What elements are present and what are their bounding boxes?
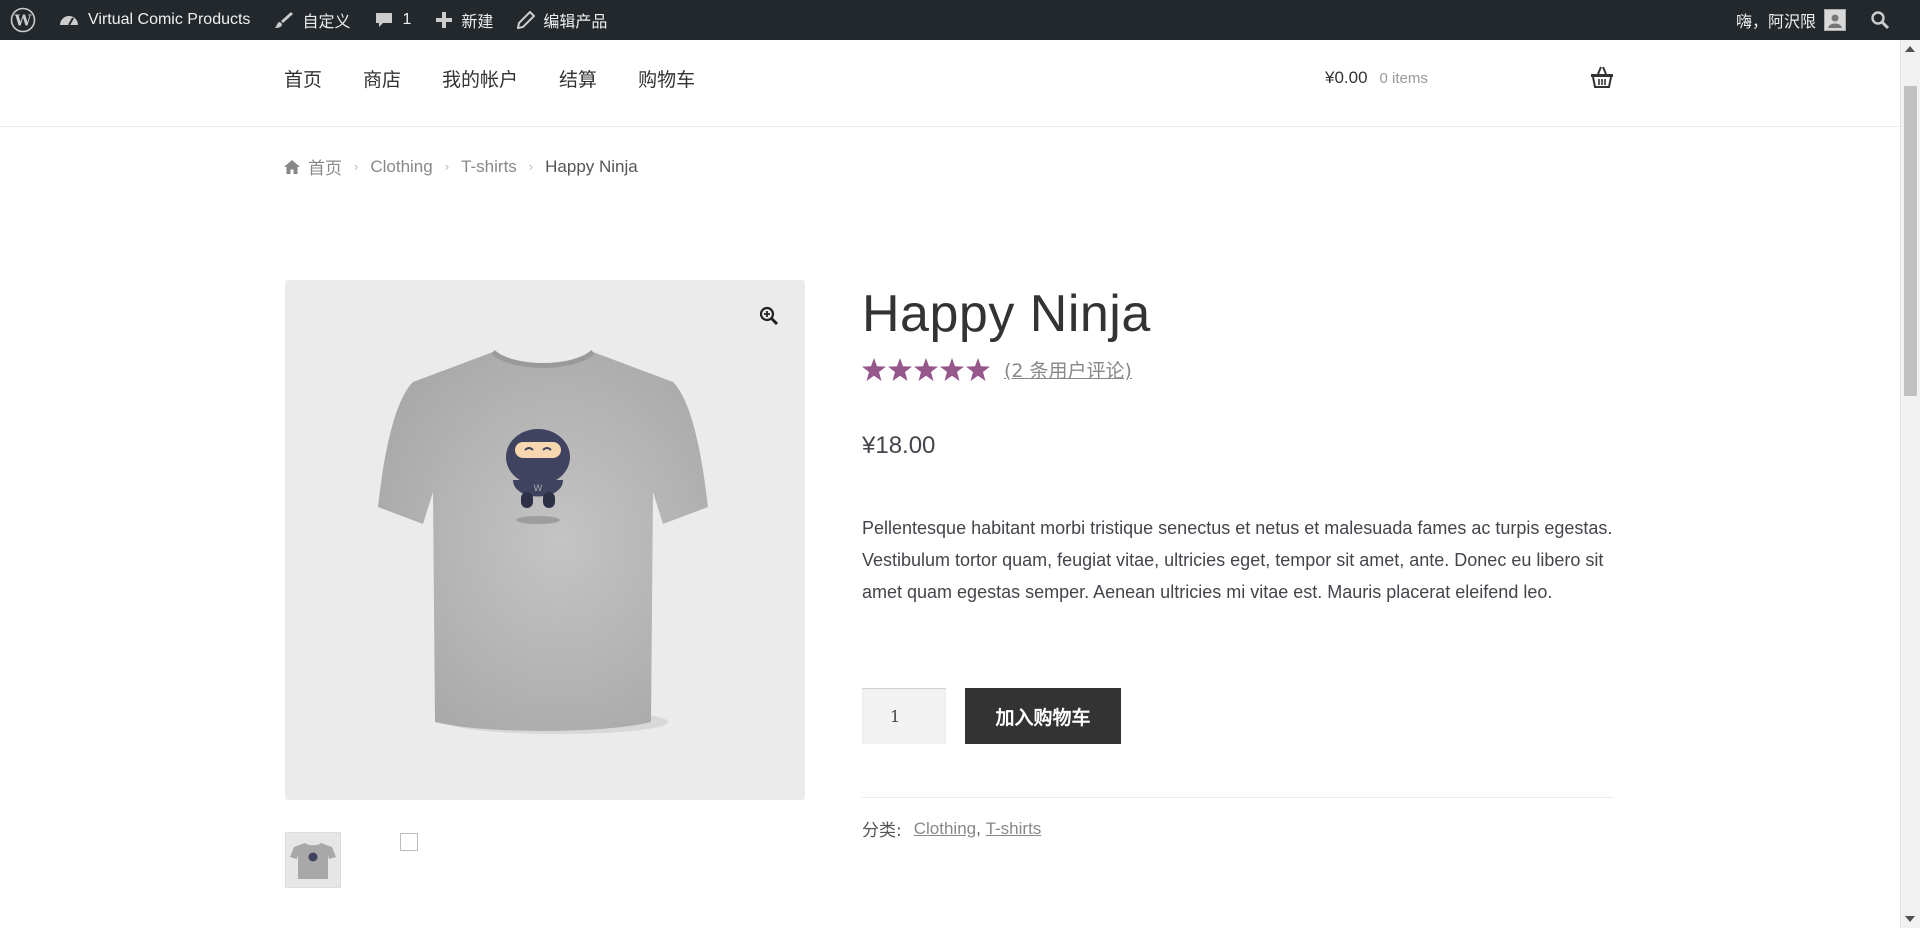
comment-bubble-icon	[376, 13, 393, 27]
product-image[interactable]: W	[285, 280, 805, 800]
wordpress-icon: W	[10, 7, 36, 33]
tshirt-thumbnail-icon	[290, 843, 336, 879]
nav-item-shop[interactable]: 商店	[363, 65, 401, 92]
breadcrumb-tshirts-link[interactable]: T-shirts	[461, 157, 517, 177]
star-icon	[914, 358, 938, 381]
edit-product-link[interactable]: 编辑产品	[505, 0, 619, 40]
svg-text:W: W	[14, 12, 33, 30]
breadcrumb-separator-icon: ›	[354, 159, 359, 174]
avatar	[1824, 9, 1846, 31]
star-icon	[966, 358, 990, 381]
star-icon	[862, 358, 886, 381]
product-title: Happy Ninja	[862, 285, 1151, 343]
breadcrumb-separator-icon: ›	[528, 159, 534, 174]
breadcrumb-current: Happy Ninja	[545, 156, 638, 176]
comments-count: 1	[402, 11, 412, 28]
product-short-description: Pellentesque habitant morbi tristique se…	[862, 518, 1613, 602]
customize-label: 自定义	[302, 14, 351, 31]
star-rating	[862, 358, 992, 381]
gallery-thumbnail[interactable]	[285, 832, 341, 888]
wordpress-logo-button[interactable]: W	[0, 0, 46, 40]
new-content-link[interactable]: 新建	[423, 0, 505, 40]
category-link-tshirts[interactable]: T-shirts	[986, 819, 1042, 839]
edit-product-label: 编辑产品	[543, 14, 608, 31]
divider	[862, 797, 1614, 798]
customize-link[interactable]: 自定义	[262, 0, 362, 40]
product-rating: (2 条用户评论)	[862, 356, 1132, 383]
site-header: 首页 商店 我的帐户 结算 购物车 ¥0.00 0 items	[0, 40, 1900, 127]
nav-item-my-account[interactable]: 我的帐户	[442, 65, 518, 92]
category-link-clothing[interactable]: Clothing	[914, 819, 976, 839]
categories-label: 分类:	[862, 821, 902, 841]
comments-link[interactable]: 1	[362, 0, 423, 40]
search-icon	[1871, 11, 1890, 30]
star-icon	[888, 358, 912, 381]
site-name-link[interactable]: Virtual Comic Products	[46, 0, 262, 40]
product-meta: 分类: Clothing , T-shirts	[862, 816, 1042, 842]
pencil-icon	[517, 11, 536, 29]
gallery-thumbnail-placeholder[interactable]	[400, 833, 418, 851]
category-separator: ,	[976, 818, 986, 838]
breadcrumb-separator-icon: ›	[444, 159, 450, 174]
scrollbar-thumb[interactable]	[1904, 86, 1917, 396]
product-price: ¥18.00	[862, 432, 936, 459]
my-account-link[interactable]: 嗨，阿沢限	[1724, 0, 1858, 40]
ninja-tshirt-image-icon: W	[378, 350, 708, 734]
basket-button[interactable]	[1590, 66, 1614, 93]
breadcrumb-clothing-link[interactable]: Clothing	[370, 157, 432, 177]
cart-amount: ¥0.00	[1325, 68, 1368, 87]
greeting-label: 嗨，阿沢限	[1735, 14, 1816, 31]
breadcrumb: 首页 › Clothing › T-shirts › Happy Ninja	[284, 154, 638, 179]
nav-item-home[interactable]: 首页	[284, 65, 322, 92]
dashboard-icon	[60, 16, 78, 26]
nav-item-checkout[interactable]: 结算	[559, 65, 597, 92]
add-to-cart-button[interactable]: 加入购物车	[965, 688, 1121, 744]
svg-text:W: W	[534, 484, 543, 494]
page-scrollbar[interactable]	[1900, 40, 1920, 928]
user-avatar-icon	[1828, 14, 1842, 28]
review-count-link[interactable]: (2 条用户评论)	[1004, 356, 1132, 383]
primary-navigation: 首页 商店 我的帐户 结算 购物车	[284, 40, 736, 116]
scroll-down-arrow-icon[interactable]	[1905, 916, 1915, 922]
scroll-up-arrow-icon[interactable]	[1905, 46, 1915, 52]
star-icon	[940, 358, 964, 381]
home-icon	[284, 159, 300, 174]
plus-icon	[436, 12, 453, 28]
admin-search-button[interactable]	[1858, 0, 1920, 40]
admin-bar: W Virtual Comic Products 自定义 1 新建 编辑产品 嗨…	[0, 0, 1920, 40]
cart-item-count: 0 items	[1379, 69, 1428, 87]
new-label: 新建	[461, 14, 494, 31]
header-cart-link[interactable]: ¥0.00 0 items	[1325, 40, 1428, 116]
nav-item-cart[interactable]: 购物车	[638, 65, 695, 92]
paintbrush-icon	[275, 12, 294, 28]
basket-icon	[1591, 66, 1613, 88]
site-name-label: Virtual Comic Products	[88, 11, 251, 28]
breadcrumb-home-link[interactable]: 首页	[308, 154, 342, 179]
zoom-in-icon	[759, 306, 779, 326]
quantity-input[interactable]	[862, 688, 946, 744]
zoom-button[interactable]	[759, 306, 779, 331]
